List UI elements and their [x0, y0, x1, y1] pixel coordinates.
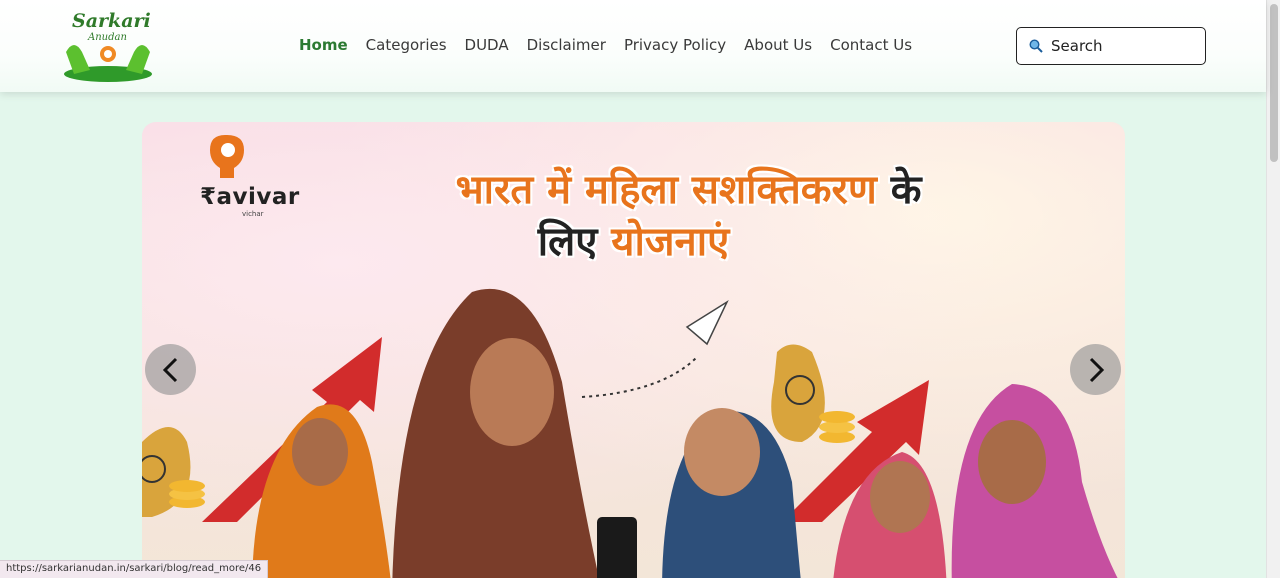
carousel-next-button[interactable] — [1070, 344, 1121, 395]
search-box[interactable] — [1016, 27, 1206, 65]
banner-headline-line1: भारत में महिला सशक्तिकरण के — [455, 167, 922, 213]
nav-about-us[interactable]: About Us — [744, 36, 812, 54]
nav-duda[interactable]: DUDA — [465, 36, 509, 54]
main-nav: Home Categories DUDA Disclaimer Privacy … — [299, 36, 930, 54]
site-header: Sarkari Anudan Home Categories DUDA Disc… — [0, 0, 1266, 92]
nav-contact-us[interactable]: Contact Us — [830, 36, 912, 54]
status-bar-url: https://sarkarianudan.in/sarkari/blog/re… — [0, 560, 269, 578]
hero-carousel: ₹avivar vichar भारत में महिला सशक्तिकरण … — [142, 122, 1125, 578]
site-logo[interactable]: Sarkari Anudan — [60, 8, 156, 86]
page-scrollbar[interactable] — [1266, 0, 1280, 578]
scrollbar-thumb[interactable] — [1270, 4, 1278, 162]
nav-privacy-policy[interactable]: Privacy Policy — [624, 36, 726, 54]
chevron-left-icon — [162, 357, 177, 382]
chevron-right-icon — [1089, 357, 1104, 382]
nav-disclaimer[interactable]: Disclaimer — [527, 36, 606, 54]
nav-categories[interactable]: Categories — [366, 36, 447, 54]
logo-text: Sarkari — [72, 10, 151, 32]
carousel-prev-button[interactable] — [145, 344, 196, 395]
search-icon — [1029, 39, 1043, 53]
logo-subtext: Anudan — [88, 32, 127, 43]
search-input[interactable] — [1051, 37, 1191, 55]
nav-home[interactable]: Home — [299, 36, 348, 54]
banner-headline-line2: लिए योजनाएं — [537, 219, 730, 265]
